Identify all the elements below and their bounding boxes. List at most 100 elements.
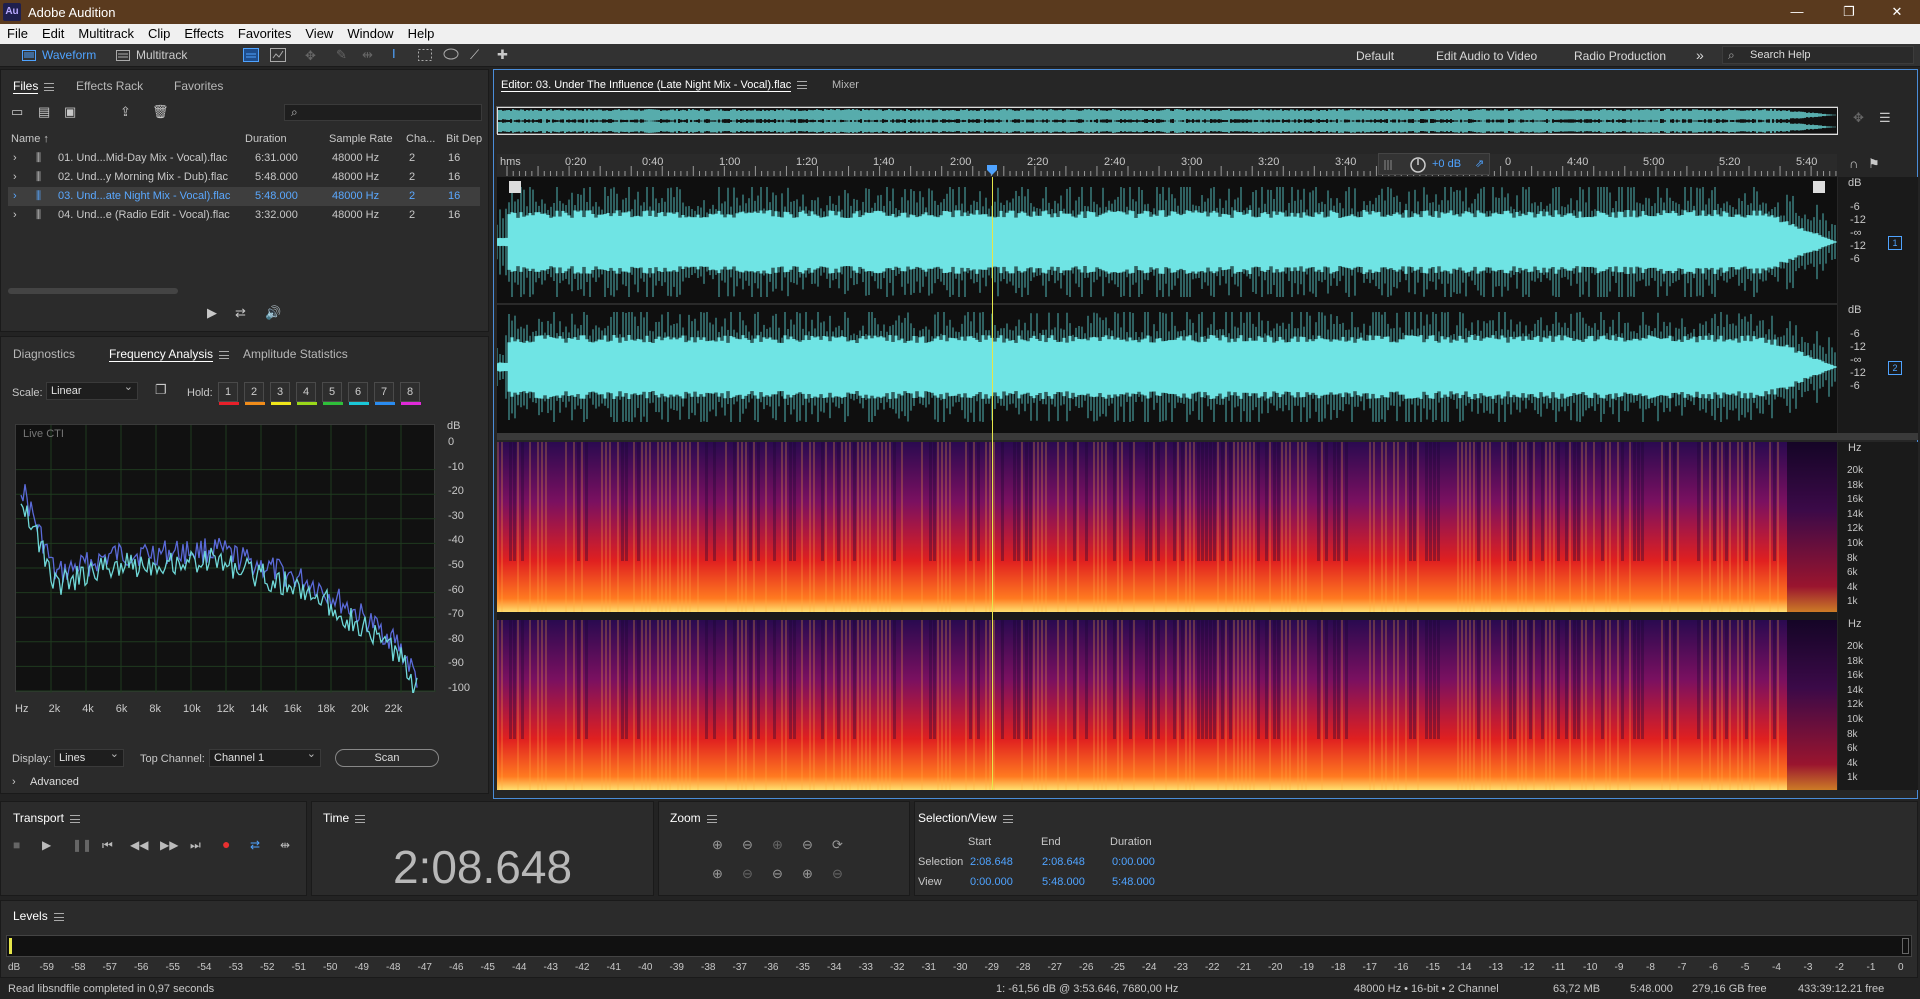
zoom-out-time-2-icon[interactable]: ⊖	[742, 866, 753, 882]
spot-healing-icon[interactable]: ✚	[497, 47, 508, 63]
hud-volume[interactable]: +0 dB ⇗	[1378, 153, 1490, 175]
view-end[interactable]: 5:48.000	[1042, 876, 1085, 888]
skip-selection-icon[interactable]: ⇹	[280, 838, 290, 852]
file-row-selected[interactable]: › ⫼ 03. Und...ate Night Mix - Vocal).flac…	[8, 187, 480, 206]
menu-effects[interactable]: Effects	[177, 24, 231, 41]
file-row[interactable]: › ⫼ 01. Und...Mid-Day Mix - Vocal).flac 6…	[8, 149, 480, 168]
zoom-right-edge-icon[interactable]: ⊕	[802, 866, 813, 882]
time-display[interactable]: 2:08.648	[311, 840, 654, 894]
volume-gain-value[interactable]: +0 dB	[1432, 158, 1461, 170]
file-row[interactable]: › ⫼ 02. Und...y Morning Mix - Dub).flac 5…	[8, 168, 480, 187]
hold-button-3[interactable]: 3	[270, 382, 291, 405]
panel-menu-icon[interactable]	[706, 814, 717, 823]
multitrack-mode-button[interactable]: Multitrack	[112, 47, 196, 64]
zoom-out-amplitude-icon[interactable]: ⊖	[742, 837, 753, 853]
zoom-left-edge-icon[interactable]: ⊖	[772, 866, 783, 882]
view-start[interactable]: 0:00.000	[970, 876, 1013, 888]
display-dropdown[interactable]: Lines	[54, 747, 124, 767]
auto-play-icon[interactable]: 🔊	[265, 305, 281, 321]
marquee-tool-icon[interactable]	[418, 49, 432, 61]
workspace-radio-production[interactable]: Radio Production	[1574, 49, 1666, 63]
workspace-overflow-button[interactable]: »	[1696, 47, 1704, 63]
tab-favorites[interactable]: Favorites	[174, 79, 223, 93]
panel-menu-icon[interactable]	[797, 81, 808, 90]
volume-knob-icon[interactable]	[1409, 156, 1427, 174]
menu-clip[interactable]: Clip	[141, 24, 177, 41]
files-search-input[interactable]: ⌕	[284, 104, 482, 121]
channel-2-badge[interactable]: 2	[1888, 361, 1902, 375]
minimize-button[interactable]: —	[1774, 0, 1820, 24]
record-icon[interactable]: ●	[222, 836, 230, 852]
close-button[interactable]: ✕	[1874, 0, 1920, 24]
play-preview-icon[interactable]: ▶	[207, 305, 217, 321]
column-sample-rate[interactable]: Sample Rate	[329, 133, 393, 145]
loop-preview-icon[interactable]: ⇄	[235, 305, 246, 321]
panel-menu-icon[interactable]	[53, 912, 64, 921]
top-channel-dropdown[interactable]: Channel 1	[209, 747, 321, 767]
move-tool-icon[interactable]: ✥	[305, 48, 316, 64]
lasso-tool-icon[interactable]	[443, 48, 459, 62]
tab-editor[interactable]: Editor: 03. Under The Influence (Late Ni…	[501, 79, 808, 92]
menu-edit[interactable]: Edit	[35, 24, 71, 41]
loop-icon[interactable]: ⇄	[250, 838, 260, 852]
tab-mixer[interactable]: Mixer	[832, 79, 859, 91]
selection-end[interactable]: 2:08.648	[1042, 856, 1085, 868]
pin-icon[interactable]: ⇗	[1475, 157, 1484, 170]
hold-button-8[interactable]: 8	[400, 382, 421, 405]
menu-view[interactable]: View	[298, 24, 340, 41]
spectral-pitch-icon[interactable]	[270, 48, 286, 62]
zoom-in-time-icon[interactable]: ⊕	[772, 837, 783, 853]
column-name[interactable]: Name ↑	[11, 133, 49, 145]
column-bit-depth[interactable]: Bit Dep	[446, 133, 482, 145]
menu-file[interactable]: File	[0, 24, 35, 41]
playhead-marker-icon[interactable]	[986, 165, 998, 175]
expand-icon[interactable]: ›	[13, 171, 17, 183]
panel-menu-icon[interactable]	[219, 350, 230, 359]
clip-indicator[interactable]	[1902, 938, 1909, 954]
menu-multitrack[interactable]: Multitrack	[71, 24, 141, 41]
time-ruler[interactable]	[497, 154, 1837, 176]
waveform-mode-button[interactable]: Waveform	[18, 47, 102, 64]
spectral-display[interactable]	[497, 442, 1837, 790]
import-file-icon[interactable]: ▤	[38, 104, 50, 120]
expand-icon[interactable]: ›	[13, 152, 17, 164]
previous-icon[interactable]: ⏮	[102, 838, 113, 853]
hold-button-1[interactable]: 1	[218, 382, 239, 405]
selection-duration[interactable]: 0:00.000	[1112, 856, 1155, 868]
fast-forward-icon[interactable]: ▶▶	[160, 838, 178, 852]
panel-menu-icon[interactable]	[69, 814, 80, 823]
slip-tool-icon[interactable]: ⇹	[362, 47, 373, 63]
zoom-in-amplitude-icon[interactable]: ⊕	[712, 837, 723, 853]
new-plot-icon[interactable]: ❐	[155, 382, 167, 398]
column-channels[interactable]: Cha...	[406, 133, 435, 145]
brush-tool-icon[interactable]: ⟋	[470, 47, 479, 63]
hold-button-2[interactable]: 2	[244, 382, 265, 405]
files-horizontal-scrollbar[interactable]	[8, 288, 178, 294]
hold-button-5[interactable]: 5	[322, 382, 343, 405]
fade-in-handle-icon[interactable]	[509, 181, 521, 193]
hold-button-7[interactable]: 7	[374, 382, 395, 405]
menu-help[interactable]: Help	[401, 24, 442, 41]
stop-icon[interactable]: ■	[13, 838, 20, 852]
hold-button-6[interactable]: 6	[348, 382, 369, 405]
menu-window[interactable]: Window	[340, 24, 400, 41]
advanced-toggle[interactable]: Advanced	[30, 776, 79, 788]
zoom-out-full-time-icon[interactable]: ⊖	[802, 837, 813, 853]
spectral-display-icon[interactable]	[243, 48, 259, 62]
delete-icon[interactable]: 🗑	[152, 104, 169, 120]
tab-files[interactable]: Files	[13, 79, 55, 94]
selection-start[interactable]: 2:08.648	[970, 856, 1013, 868]
panel-menu-icon[interactable]	[355, 814, 366, 823]
hold-button-4[interactable]: 4	[296, 382, 317, 405]
display-split-handle[interactable]	[497, 433, 1918, 440]
search-help-field[interactable]: ⌕ Search Help	[1722, 46, 1914, 64]
zoom-out-full-icon[interactable]: ✥	[1853, 110, 1864, 126]
time-selection-tool-icon[interactable]: I	[392, 46, 396, 61]
channel-1-badge[interactable]: 1	[1888, 236, 1902, 250]
maximize-button[interactable]: ❐	[1826, 0, 1872, 24]
workspace-edit-audio-to-video[interactable]: Edit Audio to Video	[1436, 49, 1537, 63]
pause-icon[interactable]: ❚❚	[72, 838, 92, 852]
scale-dropdown[interactable]: Linear	[46, 380, 138, 400]
zoom-in-time-2-icon[interactable]: ⊕	[712, 866, 723, 882]
zoom-reset-icon[interactable]: ⊖	[832, 866, 843, 882]
